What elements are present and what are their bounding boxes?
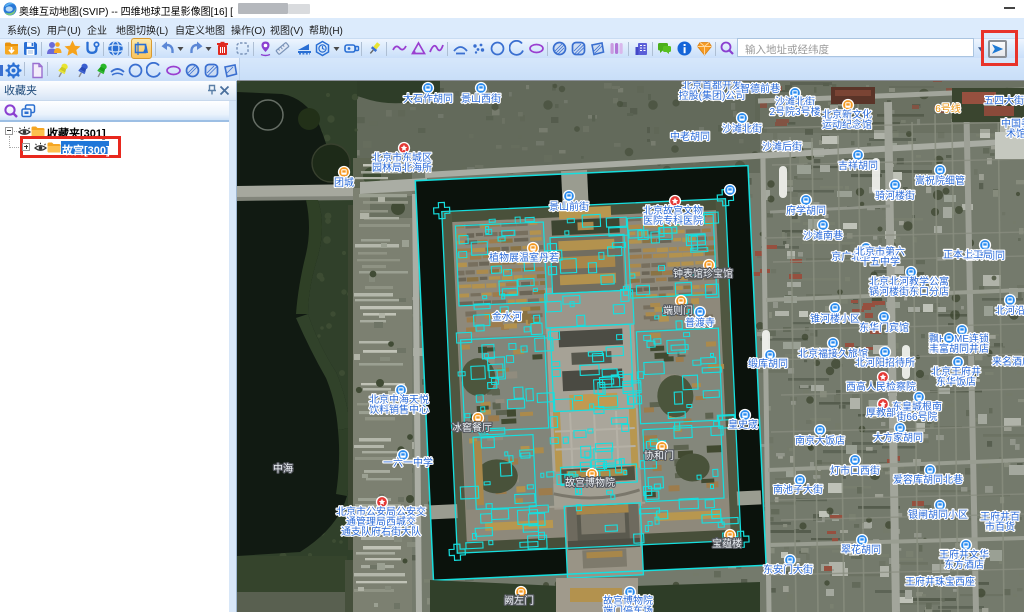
svg-text:西高人民检察院: 西高人民检察院 xyxy=(846,380,916,393)
svg-text:缎库胡同: 缎库胡同 xyxy=(748,357,788,370)
svg-text:普渡寺: 普渡寺 xyxy=(685,316,715,329)
svg-text:景山西街: 景山西街 xyxy=(461,92,501,105)
svg-text:端门停车场: 端门停车场 xyxy=(603,604,653,612)
svg-text:北河阳招待所: 北河阳招待所 xyxy=(855,356,915,369)
svg-text:运动纪念馆: 运动纪念馆 xyxy=(822,118,872,131)
svg-text:皇史宬: 皇史宬 xyxy=(728,418,758,431)
svg-text:6号线: 6号线 xyxy=(935,102,961,115)
svg-text:锅河楼街东口分店: 锅河楼街东口分店 xyxy=(869,285,949,298)
svg-text:沙滩北街: 沙滩北街 xyxy=(722,122,762,135)
svg-text:通支队府右街大队: 通支队府右街大队 xyxy=(341,525,421,538)
svg-text:嵩祝院细管: 嵩祝院细管 xyxy=(915,174,965,187)
svg-text:南池子大街: 南池子大街 xyxy=(773,483,823,496)
svg-text:灯市口西街: 灯市口西街 xyxy=(830,464,880,477)
svg-text:控股(集团)公司: 控股(集团)公司 xyxy=(679,89,746,102)
svg-text:钟表馆珍宝馆: 钟表馆珍宝馆 xyxy=(673,267,733,280)
svg-text:中海: 中海 xyxy=(273,462,293,475)
svg-text:街66号院: 街66号院 xyxy=(896,410,937,423)
svg-text:五四大街: 五四大街 xyxy=(984,94,1024,107)
svg-text:医院专科医院: 医院专科医院 xyxy=(643,214,703,227)
svg-text:一六一中学: 一六一中学 xyxy=(383,456,433,469)
svg-text:协和门: 协和门 xyxy=(644,449,674,462)
svg-text:吉祥胡同: 吉祥胡同 xyxy=(838,159,878,172)
svg-text:东方酒店: 东方酒店 xyxy=(944,558,984,571)
svg-text:端则门: 端则门 xyxy=(663,304,693,317)
svg-text:大方家胡同: 大方家胡同 xyxy=(873,431,923,444)
svg-text:银闸胡同小区: 银闸胡同小区 xyxy=(908,508,968,521)
svg-text:十五中学: 十五中学 xyxy=(860,255,900,268)
svg-text:来名酒店: 来名酒店 xyxy=(992,355,1024,368)
svg-text:市百货: 市百货 xyxy=(985,520,1015,533)
svg-text:景山前街: 景山前街 xyxy=(549,200,589,213)
svg-text:南京大饭店: 南京大饭店 xyxy=(795,434,845,447)
svg-text:沙滩后街: 沙滩后街 xyxy=(762,140,802,153)
svg-text:团城: 团城 xyxy=(334,177,354,189)
svg-text:植物展温室丹若: 植物展温室丹若 xyxy=(489,251,559,264)
svg-text:园林局北海所: 园林局北海所 xyxy=(372,161,432,174)
svg-text:北河沿: 北河沿 xyxy=(995,305,1024,317)
svg-text:故宫博物院: 故宫博物院 xyxy=(565,476,615,489)
svg-text:正本上工局: 正本上工局 xyxy=(943,248,993,261)
svg-text:爱容库胡同北巷: 爱容库胡同北巷 xyxy=(893,473,963,486)
svg-text:金水河: 金水河 xyxy=(492,310,522,323)
svg-text:术馆: 术馆 xyxy=(1006,127,1024,140)
svg-text:东安门大街: 东安门大街 xyxy=(763,563,813,576)
svg-text:2号院3号楼: 2号院3号楼 xyxy=(769,105,820,118)
svg-text:阙左门: 阙左门 xyxy=(504,594,534,607)
svg-text:冰窖餐厅: 冰窖餐厅 xyxy=(452,421,492,434)
svg-text:厚教部: 厚教部 xyxy=(866,406,896,419)
svg-text:饮料销售中心: 饮料销售中心 xyxy=(369,403,429,416)
svg-text:翠花胡同: 翠花胡同 xyxy=(841,543,881,556)
svg-text:智德前巷: 智德前巷 xyxy=(740,82,780,95)
svg-text:锥河楼小区: 锥河楼小区 xyxy=(810,312,860,325)
svg-text:骑河楼街: 骑河楼街 xyxy=(875,189,915,202)
svg-text:沙滩南巷: 沙滩南巷 xyxy=(803,229,843,242)
svg-text:丰富胡同: 丰富胡同 xyxy=(929,342,969,355)
svg-text:东华饭店: 东华饭店 xyxy=(936,375,976,388)
svg-text:东华门宾馆: 东华门宾馆 xyxy=(859,321,909,334)
svg-text:宝蕴楼: 宝蕴楼 xyxy=(712,537,742,550)
svg-text:王府井珠宝西座: 王府井珠宝西座 xyxy=(905,575,975,588)
svg-text:中老胡同: 中老胡同 xyxy=(670,130,710,143)
svg-text:府学胡同: 府学胡同 xyxy=(786,204,826,217)
svg-text:大石作胡同: 大石作胡同 xyxy=(403,92,453,105)
